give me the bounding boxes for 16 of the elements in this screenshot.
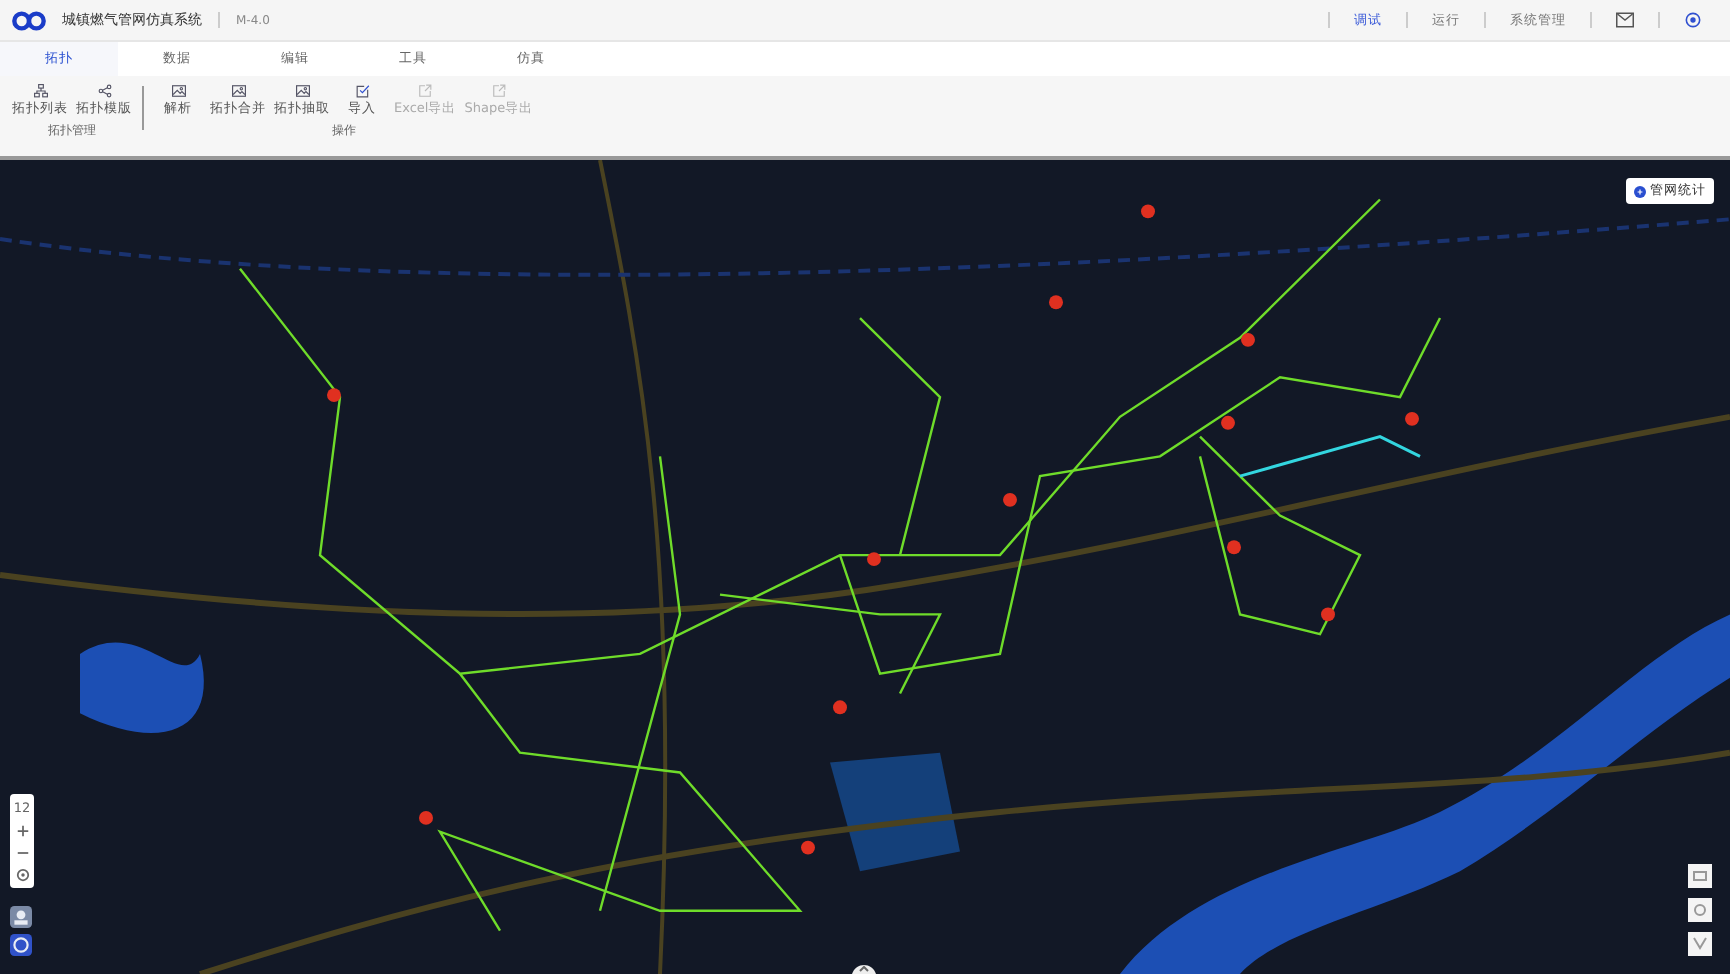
- mail-icon[interactable]: [1616, 12, 1634, 28]
- checkbox-icon: [355, 84, 369, 98]
- image-icon: [231, 84, 245, 98]
- zoom-in-icon[interactable]: [15, 824, 29, 838]
- image-icon: [295, 84, 309, 98]
- plus-icon: [1634, 185, 1646, 197]
- share-icon: [97, 84, 111, 98]
- image-icon: [171, 84, 185, 98]
- zoom-out-icon[interactable]: [15, 846, 29, 860]
- export-icon: [491, 84, 506, 98]
- collapse-handle-icon[interactable]: [852, 962, 876, 974]
- logo-icon: [12, 9, 46, 31]
- hierarchy-icon: [33, 84, 47, 98]
- settings-icon[interactable]: [1684, 12, 1702, 28]
- locate-icon[interactable]: [15, 868, 29, 882]
- export-icon: [418, 84, 433, 98]
